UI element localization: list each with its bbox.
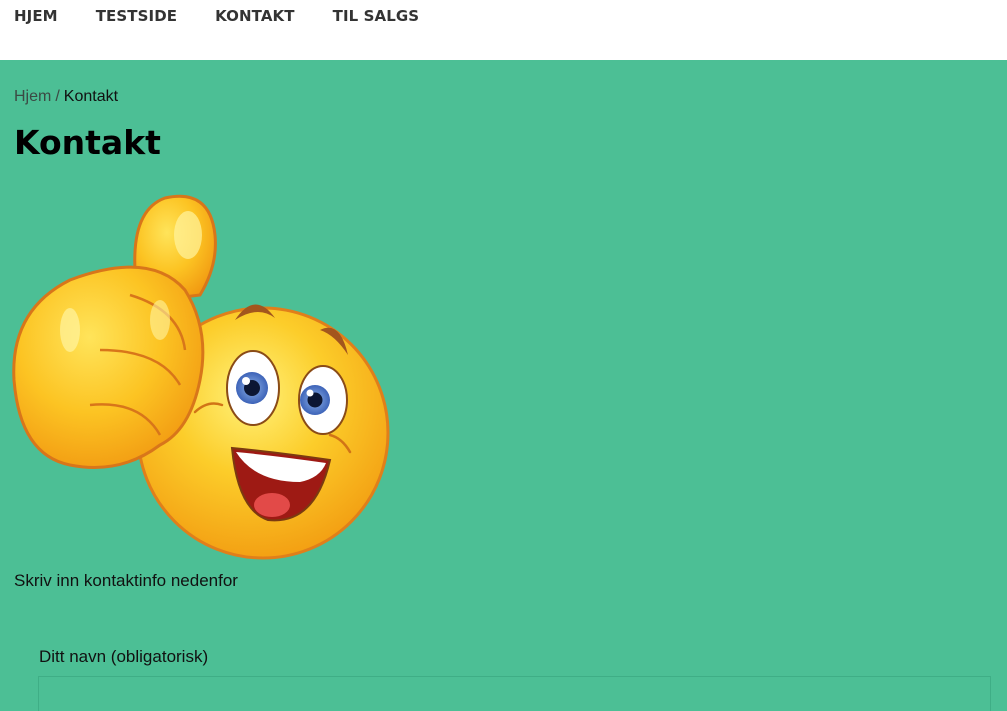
nav-item-til-salgs[interactable]: TIL SALGS (333, 7, 420, 25)
main-nav: HJEM TESTSIDE KONTAKT TIL SALGS (14, 7, 457, 25)
top-header: HJEM TESTSIDE KONTAKT TIL SALGS (0, 0, 1007, 60)
name-field-label: Ditt navn (obligatorisk) (39, 647, 209, 666)
breadcrumb-home-link[interactable]: Hjem (14, 88, 51, 105)
page-title: Kontakt (14, 123, 161, 162)
nav-item-kontakt[interactable]: KONTAKT (215, 7, 295, 25)
nav-item-testside[interactable]: TESTSIDE (96, 7, 177, 25)
breadcrumb-separator: / (55, 88, 60, 105)
breadcrumb: Hjem / Kontakt (14, 88, 118, 106)
breadcrumb-current: Kontakt (63, 88, 119, 105)
name-input[interactable] (38, 676, 991, 711)
intro-text: Skriv inn kontaktinfo nedenfor (14, 571, 238, 590)
thumbs-up-smiley-image (12, 194, 390, 560)
nav-item-hjem[interactable]: HJEM (14, 7, 58, 25)
